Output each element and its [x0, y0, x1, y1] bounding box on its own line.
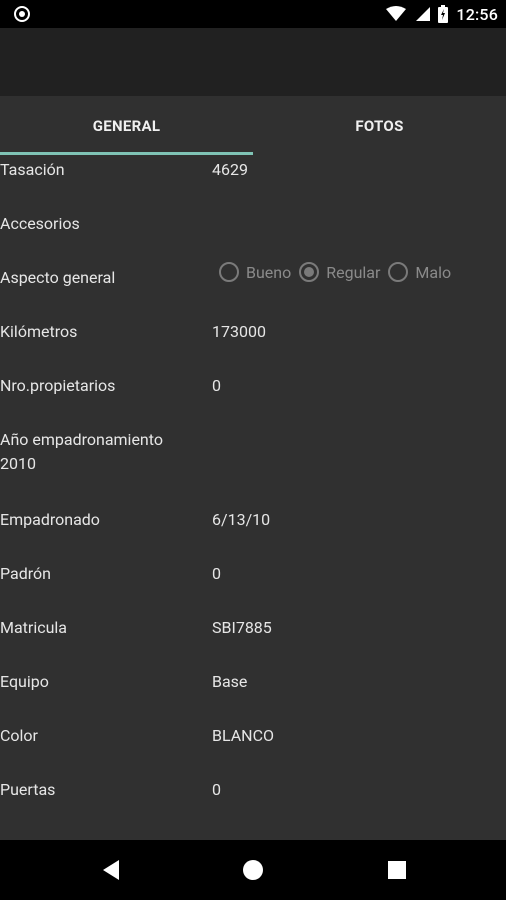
- recents-button[interactable]: [382, 855, 412, 885]
- field-label: Padrón: [0, 564, 51, 583]
- field-label: Matricula: [0, 618, 68, 637]
- tab-fotos[interactable]: FOTOS: [253, 96, 506, 156]
- radio-label: Malo: [415, 262, 452, 282]
- radio-circle-selected-icon: [299, 262, 320, 282]
- field-label: Aspecto general: [0, 268, 116, 287]
- tab-general-label: GENERAL: [92, 117, 161, 135]
- radio-label: Bueno: [246, 262, 292, 282]
- radio-malo[interactable]: Malo: [388, 262, 451, 282]
- notification-circle-icon: [14, 6, 30, 22]
- back-button[interactable]: [96, 855, 126, 885]
- field-label: Equipo: [0, 672, 49, 691]
- home-button[interactable]: [238, 855, 268, 885]
- field-label: Nro.propietarios: [0, 376, 116, 395]
- field-value: BLANCO: [212, 726, 275, 745]
- tab-fotos-label: FOTOS: [355, 117, 404, 135]
- field-label-year: 2010: [0, 454, 36, 473]
- field-value: 0: [212, 564, 221, 583]
- details-form: Tasación 4629 Accesorios Aspecto general…: [0, 156, 506, 840]
- tab-bar: GENERAL FOTOS: [0, 96, 506, 156]
- field-value: 6/13/10: [212, 510, 271, 529]
- battery-icon: [438, 5, 449, 23]
- field-label: Empadronado: [0, 510, 100, 529]
- radio-bueno[interactable]: Bueno: [219, 262, 291, 282]
- field-value: SBI7885: [212, 618, 272, 637]
- status-bar: 12:56: [0, 0, 506, 28]
- home-circle-icon: [243, 860, 263, 880]
- field-value: Base: [212, 672, 248, 691]
- signal-icon: [416, 7, 431, 21]
- field-label: Puertas: [0, 780, 56, 799]
- navigation-bar: [0, 840, 506, 900]
- field-label: Tasación: [0, 160, 65, 179]
- tab-indicator: [0, 152, 253, 155]
- radio-label: Regular: [326, 262, 381, 282]
- aspecto-radio-group: Bueno Regular Malo: [219, 262, 451, 282]
- status-time: 12:56: [456, 4, 498, 24]
- recents-square-icon: [388, 861, 406, 879]
- field-value: 4629: [212, 160, 248, 179]
- field-label: Accesorios: [0, 214, 80, 233]
- radio-regular[interactable]: Regular: [299, 262, 380, 282]
- field-label: Color: [0, 726, 38, 745]
- radio-circle-icon: [219, 262, 239, 282]
- field-label: Kilómetros: [0, 322, 78, 341]
- back-triangle-icon: [103, 860, 119, 880]
- field-value: 0: [212, 376, 221, 395]
- wifi-icon: [386, 6, 407, 21]
- radio-circle-icon: [388, 262, 409, 282]
- field-value: 0: [212, 780, 221, 799]
- app-bar: [0, 28, 506, 96]
- field-label: Año empadronamiento: [0, 430, 163, 449]
- field-value: 173000: [212, 322, 266, 341]
- tab-general[interactable]: GENERAL: [0, 96, 253, 156]
